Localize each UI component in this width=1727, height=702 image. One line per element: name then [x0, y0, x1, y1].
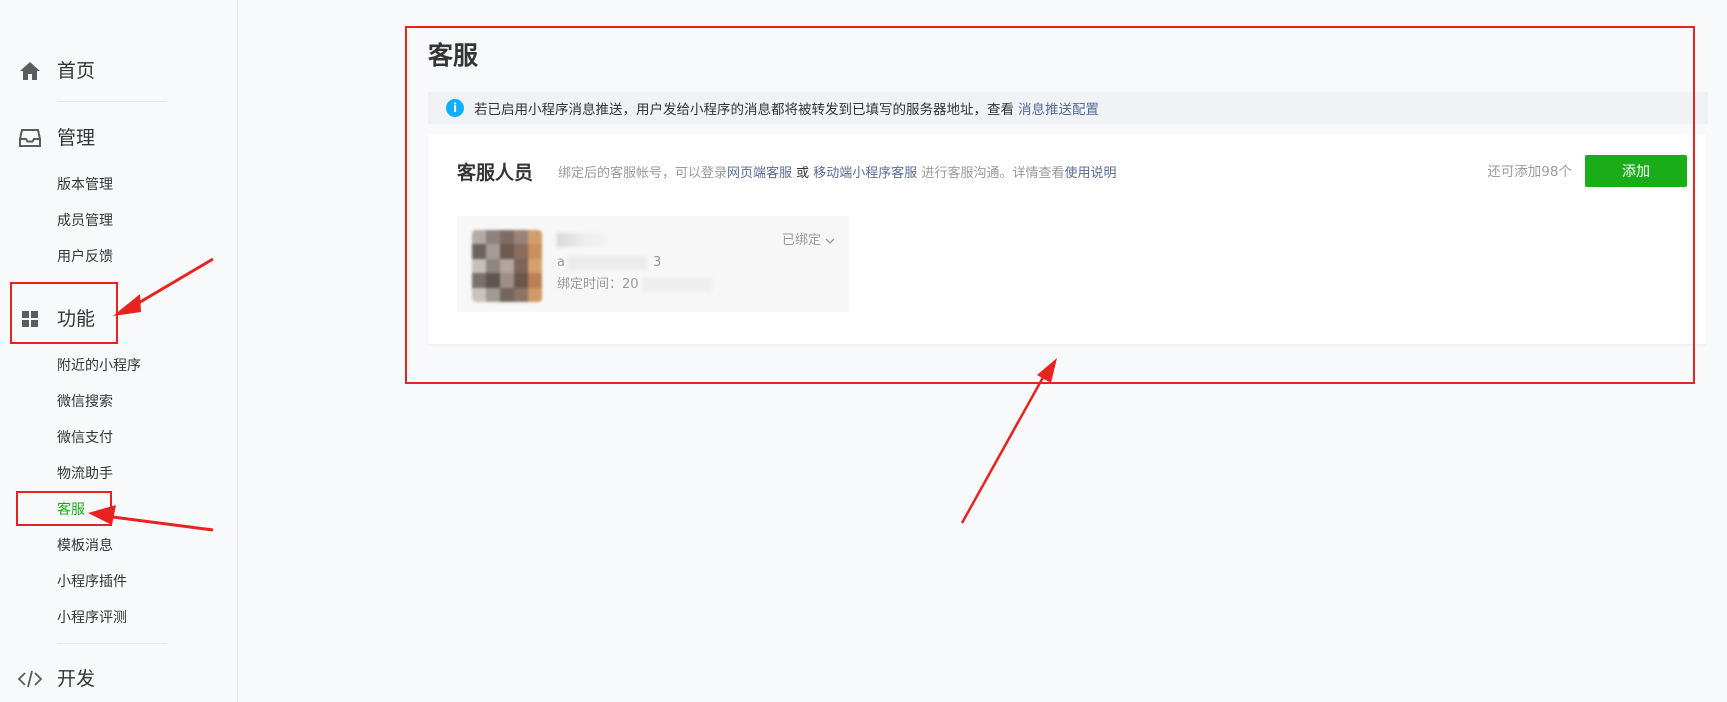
mobile-cs-link[interactable]: 移动端小程序客服	[813, 166, 917, 181]
add-staff-button[interactable]: 添加	[1585, 155, 1687, 187]
nav-manage[interactable]: 管理	[0, 117, 238, 157]
remaining-count: 还可添加98个	[1487, 164, 1572, 180]
sidebar-item-plugins[interactable]: 小程序插件	[57, 572, 127, 592]
nav-manage-label: 管理	[57, 127, 96, 149]
sidebar-item-wechat-pay[interactable]: 微信支付	[57, 428, 113, 448]
sidebar-item-version[interactable]: 版本管理	[57, 175, 113, 195]
notice-bar: i 若已启用小程序消息推送，用户发给小程序的消息都将被转发到已填写的服务器地址，…	[428, 92, 1708, 124]
nav-develop[interactable]: 开发	[0, 658, 238, 698]
inbox-icon	[18, 126, 42, 150]
home-icon	[18, 59, 42, 83]
staff-section-title: 客服人员	[457, 162, 534, 184]
sidebar-item-review[interactable]: 小程序评测	[57, 608, 127, 628]
member-id-suffix: 3	[653, 255, 662, 270]
nav-develop-label: 开发	[57, 668, 96, 690]
page-title: 客服	[428, 41, 479, 70]
notice-text: 若已启用小程序消息推送，用户发给小程序的消息都将被转发到已填写的服务器地址，查看	[474, 102, 1014, 118]
sidebar-item-template-message[interactable]: 模板消息	[57, 536, 113, 556]
bind-status-dropdown[interactable]: 已绑定	[782, 232, 835, 250]
staff-member-card: a 3 绑定时间：20 已绑定	[457, 216, 849, 312]
desc-prefix: 绑定后的客服帐号，可以登录	[558, 166, 728, 181]
sidebar-item-feedback[interactable]: 用户反馈	[57, 247, 113, 267]
sidebar: 首页 管理 版本管理 成员管理 用户反馈 功能 附近的小程序 微信搜索 微信支付…	[0, 0, 238, 702]
nav-features[interactable]: 功能	[0, 298, 238, 338]
bind-status-label: 已绑定	[781, 233, 821, 248]
avatar	[472, 230, 542, 302]
member-name-redacted	[557, 233, 605, 247]
arrow-head-main	[1037, 358, 1057, 383]
usage-guide-link[interactable]: 使用说明	[1064, 166, 1116, 181]
sidebar-item-customer-service[interactable]: 客服	[57, 500, 85, 520]
sidebar-item-members[interactable]: 成员管理	[57, 211, 113, 231]
desc-mid: 进行客服沟通。详情查看	[917, 166, 1065, 181]
nav-divider	[57, 643, 167, 644]
staff-description: 绑定后的客服帐号，可以登录网页端客服 或 移动端小程序客服 进行客服沟通。详情查…	[558, 165, 1116, 183]
member-id-prefix: a	[557, 255, 565, 270]
info-icon: i	[446, 99, 464, 117]
bind-time: 绑定时间：20	[557, 277, 639, 292]
nav-divider	[57, 101, 167, 102]
nav-home[interactable]: 首页	[0, 50, 238, 90]
member-id-redacted	[567, 256, 647, 270]
nav-home-label: 首页	[57, 60, 96, 82]
arrow-to-main	[960, 371, 1048, 524]
sidebar-item-logistics[interactable]: 物流助手	[57, 464, 113, 484]
web-cs-link[interactable]: 网页端客服	[727, 166, 792, 181]
message-push-config-link[interactable]: 消息推送配置	[1018, 98, 1099, 118]
bind-time-redacted	[642, 278, 712, 292]
grid-icon	[18, 307, 42, 331]
sidebar-item-nearby[interactable]: 附近的小程序	[57, 356, 141, 376]
code-icon	[18, 667, 42, 691]
nav-features-label: 功能	[57, 308, 96, 330]
customer-service-card: 客服人员 绑定后的客服帐号，可以登录网页端客服 或 移动端小程序客服 进行客服沟…	[428, 134, 1706, 344]
chevron-down-icon	[825, 238, 835, 244]
desc-or: 或	[792, 166, 814, 181]
sidebar-item-wechat-search[interactable]: 微信搜索	[57, 392, 113, 412]
